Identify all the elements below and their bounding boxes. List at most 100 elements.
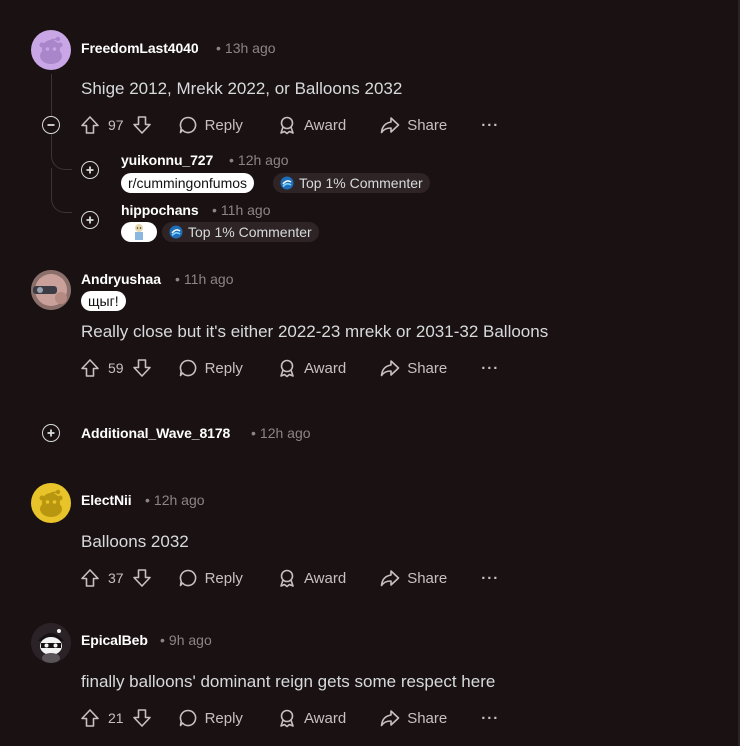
share-button[interactable]: Share <box>380 358 447 378</box>
plus-icon <box>47 429 55 437</box>
reply-button[interactable]: Reply <box>178 568 243 588</box>
vote-count: 21 <box>108 710 124 726</box>
snoo-avatar-icon <box>39 36 63 64</box>
snoo-avatar-icon <box>39 489 63 517</box>
username[interactable]: ElectNii <box>81 492 132 508</box>
username[interactable]: Additional_Wave_8178 <box>81 425 230 441</box>
comment-body: Shige 2012, Mrekk 2022, or Balloons 2032 <box>81 79 403 98</box>
username[interactable]: Andryushaa <box>81 271 161 287</box>
more-options-button[interactable]: ··· <box>481 360 499 377</box>
share-arrow-icon <box>380 360 400 377</box>
meta-separator: • <box>145 492 150 508</box>
timestamp-text: 12h ago <box>237 152 289 168</box>
downvote-button[interactable] <box>132 115 152 135</box>
award-icon <box>280 359 294 378</box>
comment-actions: 59 Reply Award Share ··· <box>80 353 499 383</box>
comment-bubble-icon <box>179 359 196 377</box>
avatar[interactable] <box>31 623 71 663</box>
downvote-arrow-icon <box>132 116 151 134</box>
award-icon <box>280 569 294 588</box>
upvote-arrow-icon <box>81 709 99 727</box>
award-button[interactable]: Award <box>277 115 346 135</box>
share-label: Share <box>407 709 448 727</box>
award-button[interactable]: Award <box>277 568 346 588</box>
timestamp-text: 13h ago <box>224 40 276 56</box>
user-flair: r/cummingonfumos <box>121 173 255 193</box>
timestamp-text: 11h ago <box>183 271 234 287</box>
thread-line <box>51 74 52 116</box>
comment-bubble-icon <box>179 116 196 134</box>
comment-actions: 97 Reply Award Share ··· <box>80 110 499 140</box>
share-arrow-icon <box>380 117 400 134</box>
share-arrow-icon <box>380 570 400 587</box>
avatar[interactable] <box>31 483 71 523</box>
avatar[interactable] <box>31 270 71 310</box>
timestamp-text: 12h ago <box>259 425 311 441</box>
timestamp: • 13h ago <box>216 40 276 56</box>
upvote-button[interactable] <box>80 358 100 378</box>
timestamp: • 9h ago <box>160 632 212 648</box>
user-flair-text: щыг! <box>88 293 119 309</box>
upvote-button[interactable] <box>80 568 100 588</box>
meta-separator: • <box>175 271 180 287</box>
user-flair-text: r/cummingonfumos <box>128 175 248 191</box>
collapse-thread-button[interactable] <box>42 116 60 134</box>
reply-button[interactable]: Reply <box>178 708 243 728</box>
upvote-button[interactable] <box>80 115 100 135</box>
timestamp-text: 11h ago <box>220 202 271 218</box>
upvote-arrow-icon <box>81 359 99 377</box>
top-commenter-badge: Top 1% Commenter <box>273 173 430 193</box>
plus-icon <box>86 216 94 224</box>
user-flair: щыг! <box>81 291 126 311</box>
top-commenter-icon <box>169 225 183 239</box>
character-flair-icon <box>135 224 143 240</box>
award-button[interactable]: Award <box>277 358 346 378</box>
reply-username[interactable]: hippochans <box>121 202 199 218</box>
username[interactable]: EpicalBeb <box>81 632 148 648</box>
award-label: Award <box>303 709 347 727</box>
comment-bubble-icon <box>179 569 196 587</box>
reply-button[interactable]: Reply <box>178 358 243 378</box>
top-commenter-icon <box>280 176 294 190</box>
award-button[interactable]: Award <box>277 708 346 728</box>
vote-count: 97 <box>108 117 124 133</box>
reply-label: Reply <box>204 569 243 587</box>
more-options-button[interactable]: ··· <box>481 117 499 134</box>
snoo-avatar-icon <box>31 623 71 663</box>
upvote-button[interactable] <box>80 708 100 728</box>
vote-count: 59 <box>108 360 124 376</box>
top-commenter-badge-text: Top 1% Commenter <box>188 224 312 240</box>
top-commenter-badge-text: Top 1% Commenter <box>299 175 423 191</box>
award-label: Award <box>303 569 347 587</box>
upvote-arrow-icon <box>81 116 99 134</box>
reply-timestamp: • 11h ago <box>212 202 270 218</box>
username[interactable]: FreedomLast4040 <box>81 40 199 56</box>
reply-username[interactable]: yuikonnu_727 <box>121 152 213 168</box>
comment-body: Balloons 2032 <box>81 532 189 551</box>
user-flair-image <box>121 222 157 242</box>
share-label: Share <box>407 569 448 587</box>
downvote-button[interactable] <box>132 568 152 588</box>
expand-reply-button[interactable] <box>81 161 99 179</box>
timestamp-text: 9h ago <box>168 632 212 648</box>
timestamp: • 12h ago <box>145 492 205 508</box>
reply-button[interactable]: Reply <box>178 115 243 135</box>
more-options-button[interactable]: ··· <box>481 570 499 587</box>
share-button[interactable]: Share <box>380 708 447 728</box>
share-button[interactable]: Share <box>380 568 447 588</box>
downvote-button[interactable] <box>132 708 152 728</box>
avatar[interactable] <box>31 30 71 70</box>
more-options-button[interactable]: ··· <box>481 710 499 727</box>
expand-comment-button[interactable] <box>42 424 60 442</box>
timestamp: • 12h ago <box>251 425 311 441</box>
downvote-button[interactable] <box>132 358 152 378</box>
share-button[interactable]: Share <box>380 115 447 135</box>
reply-label: Reply <box>204 116 243 134</box>
award-icon <box>280 709 294 728</box>
reply-label: Reply <box>204 359 243 377</box>
expand-reply-button[interactable] <box>81 211 99 229</box>
meta-separator: • <box>229 152 234 168</box>
top-commenter-badge: Top 1% Commenter <box>162 222 319 242</box>
meta-separator: • <box>251 425 256 441</box>
award-label: Award <box>303 359 347 377</box>
